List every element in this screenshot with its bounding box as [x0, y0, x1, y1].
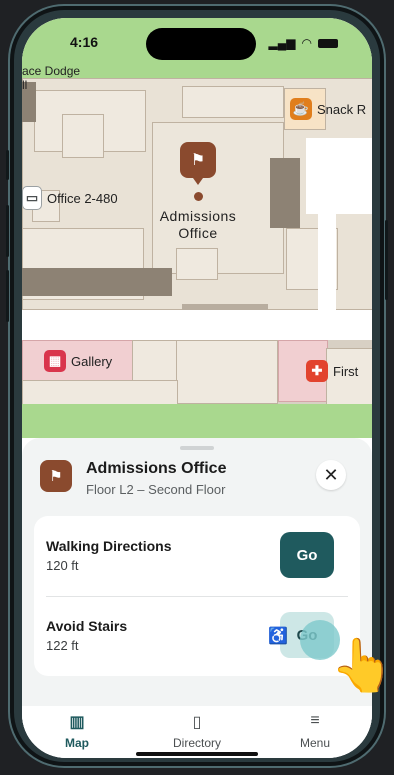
briefcase-icon: ▭: [22, 186, 42, 210]
menu-icon: ≡: [310, 712, 320, 729]
map-label-top2: ll: [22, 78, 27, 92]
map-corridor: [318, 214, 336, 314]
map-wall: [22, 268, 172, 296]
status-bar: 4:16 ▂▄▆ ◠: [22, 18, 372, 68]
location-title: Admissions Office: [86, 460, 227, 477]
side-button: [6, 150, 9, 180]
poi-first-label: First: [333, 363, 359, 379]
poi-gallery-label: Gallery: [71, 353, 113, 369]
side-button: [6, 205, 9, 257]
poi-snack-label: Snack R: [317, 101, 367, 117]
map-room: [176, 248, 218, 280]
poi-office-label: Office 2-480: [47, 190, 118, 206]
map-icon: ▥: [69, 714, 85, 731]
admissions-pin-icon[interactable]: ⚑: [180, 142, 216, 185]
go-walking-button[interactable]: Go: [280, 532, 334, 578]
nav-map[interactable]: ▥ Map: [32, 712, 122, 750]
nav-menu[interactable]: ≡ Menu: [270, 712, 360, 750]
sheet-grabber[interactable]: [180, 446, 214, 450]
map-label-text: ll: [22, 78, 28, 92]
nav-directory[interactable]: ▯ Directory: [152, 712, 242, 750]
close-icon: ✕: [323, 464, 339, 485]
status-time: 4:16: [70, 34, 99, 50]
home-indicator: [136, 752, 258, 756]
admissions-label[interactable]: Admissions Office: [142, 208, 254, 242]
map-room: [22, 380, 178, 406]
signal-icon: ▂▄▆: [268, 36, 296, 50]
poi-first[interactable]: ✚ First: [306, 360, 358, 382]
route-walking: Walking Directions 120 ft Go: [34, 516, 360, 596]
route-distance: 120 ft: [46, 558, 79, 573]
map-corridor: [22, 310, 372, 340]
poi-snack[interactable]: ☕ Snack R: [290, 98, 366, 120]
battery-icon: [318, 38, 338, 48]
map-room: [62, 114, 104, 158]
map-view[interactable]: ace Dodge ll ☕ Snack R ▭ Office 2-480 ⚑ …: [22, 18, 372, 438]
map-room: [182, 86, 284, 118]
wifi-icon: ◠: [301, 36, 312, 50]
map-room: [132, 340, 178, 382]
admissions-icon: ⚑: [40, 460, 72, 492]
side-button: [385, 220, 388, 300]
book-icon: ▯: [192, 714, 202, 731]
route-title: Avoid Stairs: [46, 618, 128, 634]
map-green-area: [22, 404, 372, 438]
accessible-icon: ♿: [268, 628, 288, 645]
nav-menu-label: Menu: [299, 736, 331, 750]
status-icons: ▂▄▆ ◠: [269, 36, 338, 50]
poi-gallery[interactable]: ▦ Gallery: [44, 350, 112, 372]
route-distance: 122 ft: [46, 638, 79, 653]
nav-directory-label: Directory: [172, 736, 221, 750]
admissions-label-line2: Office: [178, 225, 218, 241]
poi-office[interactable]: ▭ Office 2-480: [22, 186, 118, 210]
close-button[interactable]: ✕: [316, 460, 346, 490]
first-aid-icon: ✚: [306, 360, 328, 382]
map-room: [152, 122, 284, 274]
bottom-nav: ▥ Map ▯ Directory ≡ Menu: [22, 706, 372, 758]
side-button: [6, 270, 9, 322]
location-sheet: ⚑ Admissions Office Floor L2 – Second Fl…: [22, 438, 372, 758]
gallery-icon: ▦: [44, 350, 66, 372]
location-floor: Floor L2 – Second Floor: [86, 482, 226, 497]
admissions-label-line1: Admissions: [159, 208, 237, 224]
map-wall: [270, 158, 300, 228]
nav-map-label: Map: [65, 736, 89, 750]
location-dot: [194, 192, 203, 201]
snack-icon: ☕: [290, 98, 312, 120]
map-room: [176, 340, 278, 404]
dynamic-island: [146, 28, 256, 60]
map-corridor: [306, 138, 372, 214]
pointing-hand-icon: 👆: [330, 637, 394, 695]
route-title: Walking Directions: [46, 538, 172, 554]
